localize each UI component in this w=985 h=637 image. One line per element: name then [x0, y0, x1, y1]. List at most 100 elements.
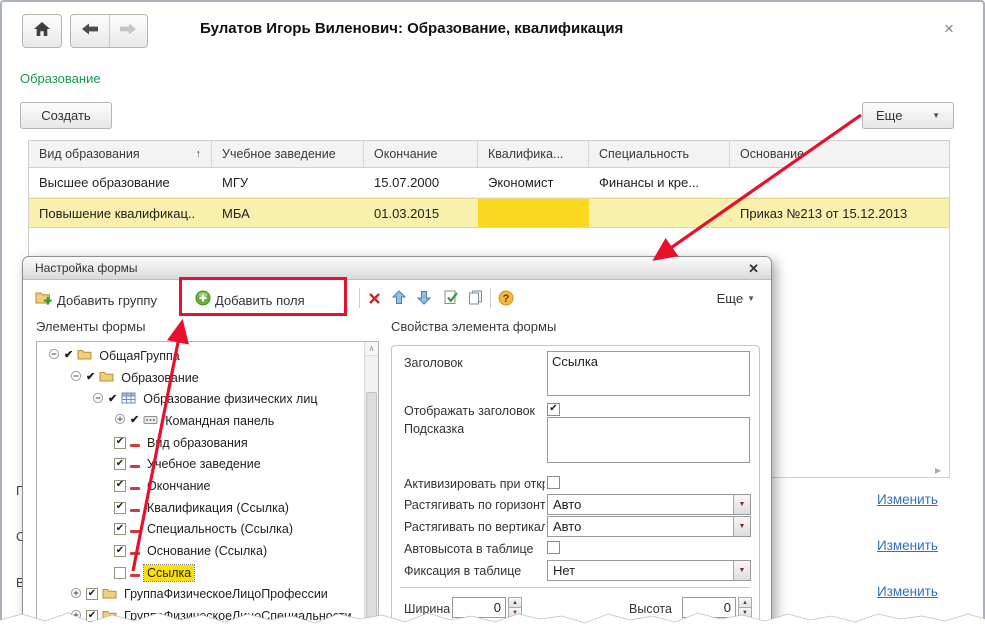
table-fix-select[interactable]: Нет ▼	[547, 560, 751, 581]
tree-item[interactable]: ✔ Образование	[37, 367, 378, 389]
create-button[interactable]: Создать	[20, 102, 112, 129]
hint-textarea[interactable]	[547, 417, 750, 463]
tree-item-label[interactable]: Специальность (Ссылка)	[144, 521, 296, 537]
tree-item-label[interactable]: Основание (Ссылка)	[144, 543, 270, 559]
tree-item-label[interactable]: Образование физических лиц	[140, 391, 320, 407]
tree-item[interactable]: Специальность (Ссылка)	[37, 519, 378, 541]
tree-item-label[interactable]: ГруппаФизическоеЛицоПрофессии	[121, 586, 331, 602]
spin-down-icon[interactable]: ▼	[508, 608, 522, 618]
expander-plus-icon[interactable]	[70, 609, 82, 624]
expander-minus-icon[interactable]	[92, 392, 104, 407]
tree-item[interactable]: Квалификация (Ссылка)	[37, 497, 378, 519]
tree-item[interactable]: ✔ ОбщаяГруппа	[37, 345, 378, 367]
tree-item-label[interactable]: Квалификация (Ссылка)	[144, 500, 292, 516]
visibility-checkbox[interactable]	[114, 458, 126, 471]
column-header[interactable]: Основание	[730, 141, 949, 167]
height-stepper[interactable]: 0 ▲ ▼	[682, 597, 752, 618]
chevron-down-icon[interactable]: ▼	[733, 561, 750, 580]
expander-plus-icon[interactable]	[114, 413, 126, 428]
expander-plus-icon[interactable]	[70, 587, 82, 602]
stretch-v-select[interactable]: Авто ▼	[547, 516, 751, 537]
window-close-icon[interactable]: ×	[944, 20, 954, 37]
column-header[interactable]: Квалифика...	[478, 141, 589, 167]
visibility-checkbox[interactable]	[114, 566, 126, 579]
auto-height-checkbox[interactable]	[547, 541, 560, 554]
tree-item-label[interactable]: ГруппаФизическоеЛицоСпециальности	[121, 608, 355, 624]
check-mark-icon[interactable]: ✔	[64, 350, 73, 361]
help-button[interactable]: ?	[498, 290, 514, 311]
visibility-checkbox[interactable]	[114, 523, 126, 536]
visibility-checkbox[interactable]	[114, 545, 126, 558]
more-button[interactable]: Еще ▼	[862, 102, 954, 129]
tree-item-label[interactable]: Ссылка	[142, 563, 196, 582]
table-cell[interactable]	[589, 199, 730, 227]
expander-minus-icon[interactable]	[70, 370, 82, 385]
dialog-more-button[interactable]: Еще ▼	[717, 291, 755, 306]
column-header[interactable]: Учебное заведение	[212, 141, 364, 167]
copy-button[interactable]	[468, 290, 483, 310]
show-title-checkbox[interactable]	[547, 403, 560, 416]
tree-scrollbar[interactable]: ∧	[364, 342, 378, 637]
tree-item-label[interactable]: Учебное заведение	[144, 456, 264, 472]
visibility-checkbox[interactable]	[114, 479, 126, 492]
column-header[interactable]: Окончание	[364, 141, 478, 167]
visibility-checkbox[interactable]	[86, 588, 98, 601]
section-link-education[interactable]: Образование	[20, 71, 101, 86]
spin-up-icon[interactable]: ▲	[738, 597, 752, 608]
tree-item-label[interactable]: Окончание	[144, 478, 214, 494]
check-mark-icon[interactable]: ✔	[130, 415, 139, 426]
table-cell[interactable]: Экономист	[478, 168, 589, 197]
chevron-down-icon[interactable]: ▼	[733, 495, 750, 514]
dialog-titlebar[interactable]: Настройка формы ✕	[23, 257, 771, 280]
change-link[interactable]: Изменить	[877, 492, 947, 507]
change-link[interactable]: Изменить	[877, 584, 947, 599]
tree-item[interactable]: Основание (Ссылка)	[37, 540, 378, 562]
table-cell[interactable]: Высшее образование	[29, 168, 212, 197]
table-cell[interactable]: Финансы и кре...	[589, 168, 730, 197]
add-group-button[interactable]: Добавить группу	[35, 290, 157, 310]
check-all-button[interactable]	[444, 290, 459, 310]
move-down-button[interactable]	[416, 290, 432, 310]
table-cell[interactable]: 01.03.2015	[364, 199, 478, 227]
table-cell[interactable]: Повышение квалификац..	[29, 199, 212, 227]
visibility-checkbox[interactable]	[86, 610, 98, 623]
chevron-down-icon[interactable]: ▼	[733, 517, 750, 536]
tree-item[interactable]: ГруппаФизическоеЛицоПрофессии	[37, 584, 378, 606]
tree-item[interactable]: ✔ Образование физических лиц	[37, 388, 378, 410]
column-header[interactable]: Вид образования ↑	[29, 141, 212, 167]
scrollbar-thumb[interactable]	[366, 392, 377, 635]
table-cell[interactable]: 15.07.2000	[364, 168, 478, 197]
spin-up-icon[interactable]: ▲	[508, 597, 522, 608]
tree-item[interactable]: Окончание	[37, 475, 378, 497]
visibility-checkbox[interactable]	[114, 501, 126, 514]
forward-button[interactable]	[108, 15, 148, 47]
scroll-up-icon[interactable]: ∧	[365, 342, 378, 356]
table-cell[interactable]: Приказ №213 от 15.12.2013	[730, 199, 949, 227]
table-row[interactable]: Высшее образование МГУ 15.07.2000 Экономист…	[29, 168, 949, 198]
height-value[interactable]: 0	[682, 597, 736, 618]
tree-item[interactable]: ГруппаФизическоеЛицоСпециальности	[37, 605, 378, 627]
tree-item[interactable]: ✔ Командная панель	[37, 410, 378, 432]
check-mark-icon[interactable]: ✔	[108, 393, 117, 405]
width-stepper[interactable]: 0 ▲ ▼	[452, 597, 522, 618]
table-cell[interactable]	[730, 168, 949, 197]
tree-item-label[interactable]: Командная панель	[162, 413, 277, 429]
table-row[interactable]: Повышение квалификац.. МБА 01.03.2015 Прика…	[29, 198, 949, 228]
delete-button[interactable]	[368, 292, 381, 310]
dialog-close-icon[interactable]: ✕	[748, 261, 759, 277]
tree-item[interactable]: Учебное заведение	[37, 453, 378, 475]
spin-down-icon[interactable]: ▼	[738, 608, 752, 618]
change-link[interactable]: Изменить	[877, 538, 947, 553]
add-fields-button[interactable]: Добавить поля	[195, 290, 305, 311]
check-mark-icon[interactable]: ✔	[86, 372, 95, 383]
title-textarea[interactable]: Ссылка	[547, 351, 750, 396]
move-up-button[interactable]	[391, 290, 407, 310]
table-cell[interactable]	[478, 199, 589, 227]
tree-item-selected[interactable]: Ссылка	[37, 562, 378, 584]
width-value[interactable]: 0	[452, 597, 506, 618]
table-cell[interactable]: МБА	[212, 199, 364, 227]
table-cell[interactable]: МГУ	[212, 168, 364, 197]
tree-item-label[interactable]: Вид образования	[144, 435, 251, 451]
activate-on-open-checkbox[interactable]	[547, 476, 560, 489]
tree-item-label[interactable]: Образование	[118, 370, 201, 386]
